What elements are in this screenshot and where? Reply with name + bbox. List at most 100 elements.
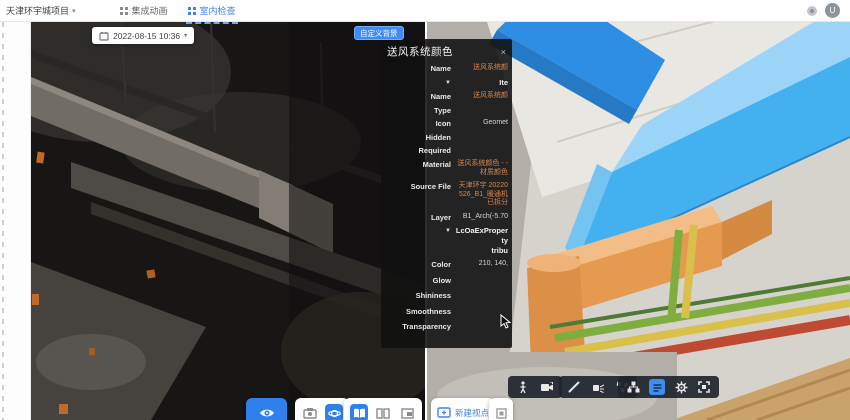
property-value: 送风系统颜色 - - 材质颜色 (455, 160, 508, 178)
walk-mode-button[interactable] (516, 380, 530, 394)
model-tree-button[interactable] (626, 380, 640, 394)
grid-icon (120, 7, 128, 15)
property-label: Source File (387, 182, 451, 191)
property-value: 天津环宇 20220526_B1_暖通机 已拆分 (455, 182, 508, 208)
properties-panel: 送风系统颜色 × Name 送风系统颜 ▼ Ite Name 送风系统颜 Typ… (381, 39, 512, 348)
capture-date-selector[interactable]: 2022-08-15 10:36 ▾ (92, 27, 194, 44)
frame-icon (496, 408, 507, 419)
panorama-photo (31, 22, 425, 420)
property-label: Smoothness (387, 307, 451, 316)
spray-paint-icon (591, 382, 605, 393)
fullscreen-icon (698, 381, 710, 393)
new-viewpoint-label: 新建视点 (455, 407, 489, 419)
panel-list-icon (652, 382, 663, 393)
property-row: Required (387, 146, 508, 155)
book-split-button[interactable] (350, 404, 368, 420)
gear-icon (675, 381, 688, 394)
property-value: 送风系统颜 (455, 64, 508, 73)
settings-toolbar (618, 376, 719, 398)
settings-button[interactable] (674, 380, 688, 394)
property-value: 210, 140, (455, 260, 508, 269)
paint-button[interactable] (591, 380, 605, 394)
measure-button[interactable] (567, 380, 581, 394)
top-bar: 天津环宇城项目 ▾ 集成动画 室内检查 U (0, 0, 850, 22)
topbar-right: U (807, 3, 850, 18)
avatar[interactable]: U (825, 3, 840, 18)
property-label: Layer (387, 213, 451, 222)
property-value: 送风系统颜 (455, 92, 508, 101)
chevron-down-icon: ▾ (184, 32, 187, 39)
calendar-icon (99, 31, 109, 41)
attribute-section-header[interactable]: ▼ LcOaExProperty tribu (387, 226, 508, 255)
photo-compare-button[interactable] (301, 404, 319, 420)
fullscreen-button[interactable] (697, 380, 711, 394)
property-label: Color (387, 260, 451, 269)
tab-indoor-inspection[interactable]: 室内检查 (178, 0, 246, 21)
project-name: 天津环宇城项目 (6, 4, 69, 17)
capture-date: 2022-08-15 10:36 (113, 31, 180, 41)
measure-pen-icon (568, 381, 580, 393)
property-row: Glow (387, 276, 508, 285)
property-row: Shininess (387, 291, 508, 300)
property-row: Source File 天津环宇 20220526_B1_暖通机 已拆分 (387, 182, 508, 208)
project-selector[interactable]: 天津环宇城项目 ▾ (0, 0, 82, 21)
hierarchy-icon (627, 381, 640, 393)
property-row: Icon Geomet (387, 119, 508, 128)
new-viewpoint-button[interactable]: 新建视点 (431, 398, 495, 420)
tab-integrated-animation[interactable]: 集成动画 (110, 0, 178, 21)
layout-toolbar (344, 398, 422, 420)
open-book-icon (353, 408, 366, 419)
property-row: Type (387, 106, 508, 115)
chevron-down-icon: ▾ (72, 7, 76, 15)
section-title: Ite (455, 78, 508, 88)
panorama-photo-pane[interactable] (31, 22, 425, 420)
overlay-view-icon (401, 408, 414, 419)
split-view-button[interactable] (374, 404, 392, 420)
close-icon[interactable]: × (499, 47, 508, 57)
property-label: Transparency (387, 322, 451, 331)
property-row: Smoothness (387, 307, 508, 316)
camera-view-button[interactable] (540, 380, 554, 394)
property-row: Name 送风系统颜 (387, 92, 508, 101)
property-row: Transparency (387, 322, 508, 331)
property-label: Icon (387, 119, 451, 128)
property-value: B1_Arch(-5.70 (455, 213, 508, 222)
overlay-view-button[interactable] (398, 404, 416, 420)
minimap-button[interactable] (489, 398, 513, 420)
visibility-button[interactable] (246, 398, 287, 420)
property-label: Type (387, 106, 451, 115)
property-row: Hidden (387, 133, 508, 142)
tab-label: 集成动画 (132, 4, 168, 17)
property-label: Glow (387, 276, 451, 285)
collapsed-sidebar[interactable] (0, 22, 31, 420)
app-window: 天津环宇城项目 ▾ 集成动画 室内检查 U (0, 0, 850, 420)
property-row: Color 210, 140, (387, 260, 508, 269)
tab-label: 室内检查 (200, 4, 236, 17)
panel-title: 送风系统颜色 (387, 44, 453, 59)
orbit-3d-button[interactable] (325, 404, 343, 420)
item-section-header[interactable]: ▼ Ite (387, 78, 508, 88)
property-label: Name (387, 64, 451, 73)
video-camera-icon (540, 382, 554, 392)
split-view-icon (376, 408, 390, 419)
help-icon[interactable] (807, 6, 817, 16)
eye-icon (259, 407, 275, 419)
custom-background-button[interactable]: 自定义背景 (354, 26, 404, 40)
walk-person-icon (518, 381, 528, 394)
property-label: Name (387, 92, 451, 101)
chevron-down-icon: ▼ (387, 226, 451, 255)
property-value: Geomet (455, 119, 508, 128)
chevron-down-icon: ▼ (387, 78, 451, 88)
viewer-area: 2022-08-15 10:36 ▾ 自定义背景 送风系统颜色 × Name 送… (0, 22, 850, 420)
property-row: Name 送风系统颜 (387, 64, 508, 73)
property-label: Required (387, 146, 451, 155)
monitor-plus-icon (437, 407, 451, 419)
properties-toggle-button[interactable] (649, 379, 665, 395)
property-label: Shininess (387, 291, 451, 300)
property-label: Material (387, 160, 451, 169)
grid-icon (188, 7, 196, 15)
navigation-toolbar (508, 376, 562, 398)
orbit-3d-icon (328, 407, 341, 420)
property-row: Material 送风系统颜色 - - 材质颜色 (387, 160, 508, 178)
view-mode-toolbar (295, 398, 349, 420)
